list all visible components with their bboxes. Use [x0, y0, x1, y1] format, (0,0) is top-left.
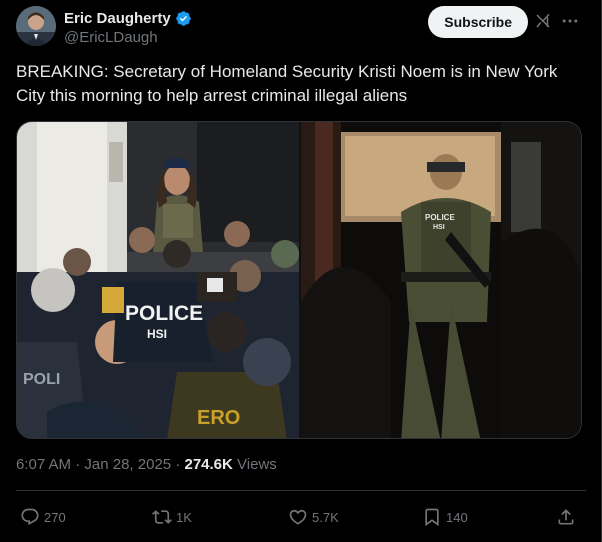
author-info: Eric Daugherty @EricLDaugh [64, 8, 192, 48]
hsi-label: HSI [147, 327, 167, 341]
grok-icon[interactable] [534, 12, 552, 30]
media-photo-right[interactable]: POLICE HSI [301, 122, 581, 438]
reply-icon [21, 508, 39, 526]
views-label: Views [237, 456, 277, 473]
display-name[interactable]: Eric Daugherty [64, 10, 171, 27]
display-name-row: Eric Daugherty [64, 8, 192, 28]
tweet-header: Eric Daugherty @EricLDaugh Subscribe [16, 6, 586, 48]
handle[interactable]: @EricLDaugh [64, 28, 192, 48]
repost-icon [152, 510, 172, 524]
meta-separator-1: · [75, 456, 81, 473]
share-button[interactable] [556, 505, 576, 529]
tweet-time[interactable]: 6:07 AM [16, 456, 71, 473]
reply-count: 270 [44, 509, 66, 525]
reply-button[interactable]: 270 [20, 505, 66, 529]
bookmark-icon [425, 508, 439, 527]
verified-badge-icon[interactable] [175, 10, 192, 27]
like-count: 5.7K [312, 509, 339, 525]
poli-label: POLI [23, 371, 60, 388]
tweet-text: BREAKING: Secretary of Homeland Security… [16, 62, 558, 105]
avatar-image [16, 6, 56, 46]
action-bar: 270 1K 5.7K 140 [16, 505, 586, 529]
tweet-date[interactable]: Jan 28, 2025 [84, 456, 171, 473]
bookmark-button[interactable]: 140 [422, 505, 468, 529]
avatar[interactable] [16, 6, 56, 46]
photo-noem-briefing: POLICE HSI ERO POLI [17, 122, 299, 438]
subscribe-button[interactable]: Subscribe [428, 6, 528, 38]
tweet-meta: 6:07 AM · Jan 28, 2025 · 274.6K Views [16, 455, 277, 475]
like-button[interactable]: 5.7K [288, 505, 339, 529]
agent-hsi-label: HSI [433, 224, 445, 231]
agent-police-label: POLICE [425, 213, 455, 222]
share-icon [558, 509, 574, 525]
meta-separator-2: · [175, 456, 181, 473]
bookmark-count: 140 [446, 509, 468, 525]
divider [16, 490, 586, 491]
media-grid[interactable]: POLICE HSI ERO POLI POLICE HSI [16, 121, 582, 439]
photo-agent-hallway: POLICE HSI [301, 122, 581, 438]
media-photo-left[interactable]: POLICE HSI ERO POLI [17, 122, 299, 438]
more-icon[interactable] [560, 11, 580, 31]
repost-count: 1K [176, 509, 192, 525]
repost-button[interactable]: 1K [152, 505, 192, 529]
ero-label: ERO [197, 407, 240, 429]
heart-icon [289, 509, 307, 525]
views-count: 274.6K [184, 456, 233, 473]
police-label: POLICE [125, 302, 203, 325]
